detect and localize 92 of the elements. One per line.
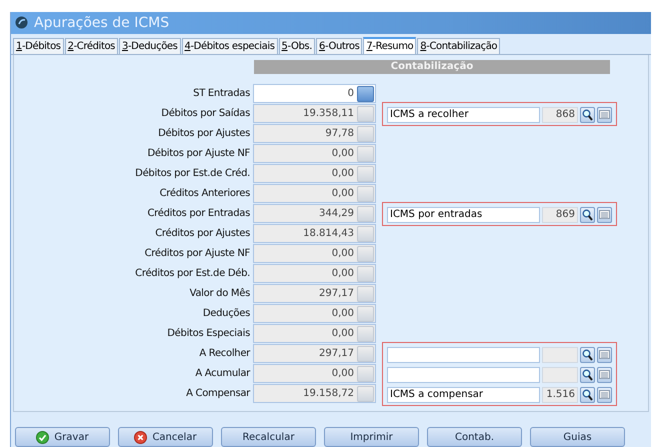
field-button[interactable] <box>357 286 374 302</box>
value-field[interactable]: 19.358,11 <box>253 104 376 124</box>
list-icon <box>599 110 610 120</box>
search-icon <box>582 108 593 121</box>
list-icon <box>599 350 610 360</box>
value-field[interactable]: 18.814,43 <box>253 224 376 244</box>
value-field[interactable]: 19.158,72 <box>253 384 376 404</box>
value-field[interactable]: 0,00 <box>253 144 376 164</box>
search-button[interactable] <box>580 386 595 403</box>
field-button[interactable] <box>357 346 374 362</box>
search-button[interactable] <box>580 346 595 363</box>
search-icon <box>582 388 593 401</box>
field-label: Créditos Anteriores <box>158 188 250 200</box>
value-field[interactable]: 0,00 <box>253 164 376 184</box>
account-code-field[interactable] <box>542 346 578 363</box>
value-field[interactable]: 0,00 <box>253 304 376 324</box>
value-field[interactable]: 0 <box>253 84 376 104</box>
action-button[interactable]: Gravar <box>15 427 110 447</box>
field-label: Débitos Especiais <box>166 328 250 340</box>
search-button[interactable] <box>580 106 595 123</box>
search-button[interactable] <box>580 206 595 223</box>
field-label: Créditos por Est.de Déb. <box>134 268 250 280</box>
account-description-field[interactable]: ICMS a compensar <box>387 386 540 403</box>
field-button[interactable] <box>357 266 374 282</box>
field-button[interactable] <box>357 326 374 342</box>
value-field[interactable]: 0,00 <box>253 244 376 264</box>
tab[interactable]: 2-Créditos <box>64 38 118 54</box>
field-button[interactable] <box>357 206 374 222</box>
tab[interactable]: 6-Outros <box>316 38 362 54</box>
action-button[interactable]: Guias <box>530 427 625 447</box>
account-code-field[interactable]: 868 <box>542 106 578 123</box>
account-code-field[interactable]: 869 <box>542 206 578 223</box>
account-description-field[interactable] <box>387 366 540 383</box>
field-label: Valor do Mês <box>188 288 250 300</box>
field-button[interactable] <box>357 146 374 162</box>
list-icon <box>599 390 610 400</box>
field-label: A Acumular <box>194 368 250 380</box>
field-button[interactable] <box>357 186 374 202</box>
search-icon <box>582 208 593 221</box>
account-description-field[interactable]: ICMS por entradas <box>387 206 540 223</box>
action-button[interactable]: Recalcular <box>221 427 316 447</box>
field-label: ST Entradas <box>192 88 250 100</box>
tab[interactable]: 8-Contabilização <box>417 38 500 54</box>
account-code-field[interactable] <box>542 366 578 383</box>
action-button[interactable]: Imprimir <box>324 427 419 447</box>
tab[interactable]: 7-Resumo <box>363 36 416 54</box>
field-label: Créditos por Entradas <box>146 208 250 220</box>
tab[interactable]: 3-Deduções <box>119 38 180 54</box>
field-button[interactable] <box>357 126 374 142</box>
list-icon <box>599 370 610 380</box>
section-header: Contabilização <box>254 60 610 74</box>
value-field[interactable]: 297,17 <box>253 344 376 364</box>
search-button[interactable] <box>580 366 595 383</box>
field-button[interactable] <box>357 366 374 382</box>
field-button[interactable] <box>357 246 374 262</box>
tab[interactable]: 4-Débitos especiais <box>182 38 278 54</box>
value-field[interactable]: 97,78 <box>253 124 376 144</box>
field-button[interactable] <box>357 386 374 402</box>
field-button[interactable] <box>357 226 374 242</box>
field-label: A Recolher <box>198 348 250 360</box>
field-label: Débitos por Ajustes <box>157 128 250 140</box>
value-field[interactable]: 0,00 <box>253 364 376 384</box>
tab[interactable]: 5-Obs. <box>278 38 316 54</box>
action-button[interactable]: Contab. <box>427 427 522 447</box>
tab[interactable]: 1-Débitos <box>13 38 64 54</box>
list-icon <box>599 210 610 220</box>
window-title: Apurações de ICMS <box>34 14 170 31</box>
search-icon <box>582 368 593 381</box>
search-icon <box>582 348 593 361</box>
field-label: A Compensar <box>185 388 250 400</box>
field-button[interactable] <box>357 306 374 322</box>
field-label: Débitos por Ajuste NF <box>146 148 250 160</box>
account-description-field[interactable] <box>387 346 540 363</box>
field-label: Débitos por Est.de Créd. <box>134 168 250 180</box>
value-field[interactable]: 344,29 <box>253 204 376 224</box>
field-label: Créditos por Ajustes <box>154 228 250 240</box>
value-field[interactable]: 0,00 <box>253 264 376 284</box>
field-label: Deduções <box>202 308 250 320</box>
cancel-icon <box>134 430 148 444</box>
value-field[interactable]: 0,00 <box>253 324 376 344</box>
app-icon <box>15 16 28 30</box>
field-button[interactable] <box>357 86 374 102</box>
field-label: Débitos por Saídas <box>160 108 250 120</box>
value-field[interactable]: 297,17 <box>253 284 376 304</box>
value-field[interactable]: 0,00 <box>253 184 376 204</box>
action-button[interactable]: Cancelar <box>118 427 213 447</box>
account-description-field[interactable]: ICMS a recolher <box>387 106 540 123</box>
field-label: Créditos por Ajuste NF <box>144 248 250 260</box>
field-button[interactable] <box>357 106 374 122</box>
field-button[interactable] <box>357 166 374 182</box>
check-icon <box>36 430 50 444</box>
account-code-field[interactable]: 1.516 <box>542 386 578 403</box>
